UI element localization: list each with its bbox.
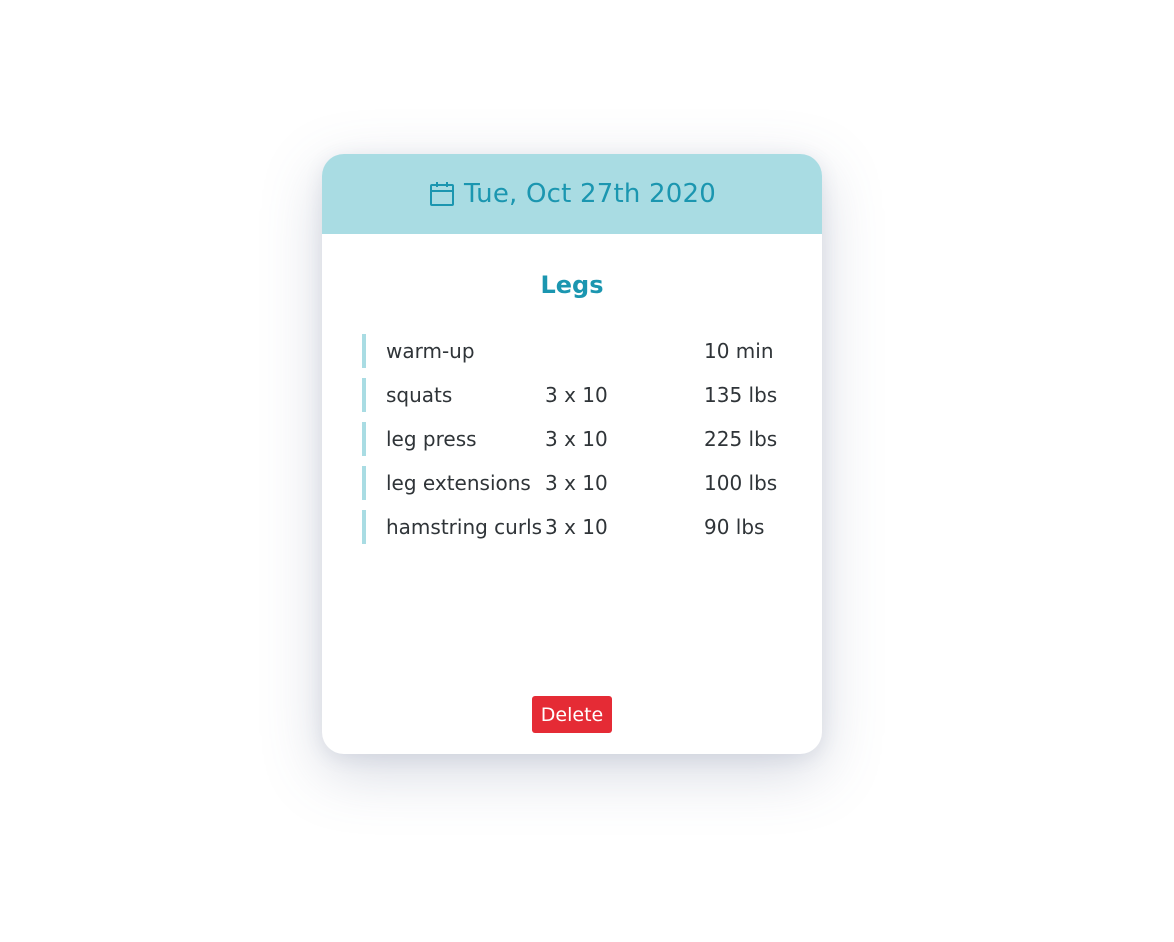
exercise-name: warm-up xyxy=(386,339,475,363)
exercise-amount: 225 lbs xyxy=(704,427,778,451)
exercise-sets: 3 x 10 xyxy=(545,383,608,407)
exercise-amount: 135 lbs xyxy=(704,383,778,407)
exercise-name: squats xyxy=(386,383,453,407)
exercise-amount: 90 lbs xyxy=(704,515,765,539)
exercise-amount: 100 lbs xyxy=(704,471,778,495)
card-header: Tue, Oct 27th 2020 xyxy=(322,154,822,234)
exercise-name: hamstring curls xyxy=(386,515,543,539)
exercise-sets: 3 x 10 xyxy=(545,515,608,539)
workout-card: Tue, Oct 27th 2020 Legs warm-up 10 min s… xyxy=(322,154,822,754)
delete-button[interactable]: Delete xyxy=(532,696,612,733)
list-item: leg press 3 x 10 225 lbs xyxy=(362,422,802,456)
calendar-icon xyxy=(428,180,456,208)
exercise-name: leg press xyxy=(386,427,477,451)
list-item: leg extensions 3 x 10 100 lbs xyxy=(362,466,802,500)
list-item: warm-up 10 min xyxy=(362,334,802,368)
list-item: squats 3 x 10 135 lbs xyxy=(362,378,802,412)
list-item: hamstring curls 3 x 10 90 lbs xyxy=(362,510,802,544)
exercise-sets: 3 x 10 xyxy=(545,471,608,495)
workout-date: Tue, Oct 27th 2020 xyxy=(464,179,716,209)
exercise-sets xyxy=(545,334,704,368)
exercise-name: leg extensions xyxy=(386,471,531,495)
exercise-amount: 10 min xyxy=(704,339,774,363)
exercise-list: warm-up 10 min squats 3 x 10 135 lbs leg… xyxy=(362,334,802,554)
workout-title: Legs xyxy=(540,271,604,299)
exercise-sets: 3 x 10 xyxy=(545,427,608,451)
